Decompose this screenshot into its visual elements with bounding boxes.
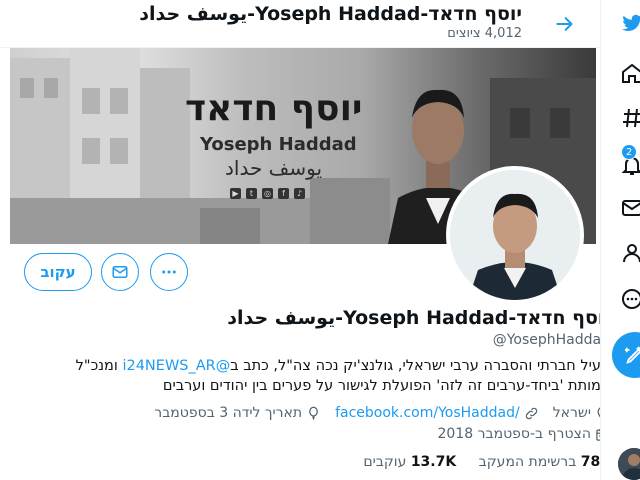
home-icon[interactable] xyxy=(619,60,640,86)
more-circle-icon[interactable] xyxy=(619,286,640,312)
messages-envelope-icon[interactable] xyxy=(619,195,640,221)
twitter-logo-icon[interactable] xyxy=(619,10,640,36)
explore-hashtag-icon[interactable] xyxy=(619,105,640,131)
avatar[interactable] xyxy=(446,166,584,304)
more-button[interactable] xyxy=(150,253,188,291)
followers-stat[interactable]: 13.7K עוקבים xyxy=(363,454,456,470)
header-title: יוסף חדאד-Yoseph Haddad-يوسف حداد xyxy=(139,3,522,25)
bio-line-1: פעיל חברתי והסברה ערבי ישראלי, גולנצ'יק … xyxy=(50,356,610,376)
instagram-icon: ◎ xyxy=(262,188,273,199)
profile-header: יוסף חדאד-Yoseph Haddad-يوسف حداد 4,012 … xyxy=(0,0,600,48)
joined-row: הצטרף ב-ספטמבר 2018 xyxy=(428,426,611,442)
avatar-image xyxy=(450,170,580,300)
website-link[interactable]: /facebook.com/YosHaddad xyxy=(335,405,520,421)
twitter-icon: t xyxy=(246,188,257,199)
banner-name-hebrew: יוסף חדאד xyxy=(185,88,363,129)
balloon-icon xyxy=(309,406,318,420)
website: /facebook.com/YosHaddad xyxy=(335,405,539,421)
envelope-icon xyxy=(112,266,128,278)
banner-social-icons: ▶ t ◎ f ♪ xyxy=(230,188,305,199)
nav-sidebar xyxy=(600,0,640,480)
followers-label: עוקבים xyxy=(363,454,407,470)
followers-count: 13.7K xyxy=(410,454,457,470)
following-label: ברשימת המעקב xyxy=(478,454,577,470)
link-icon xyxy=(525,407,537,419)
profile-person-icon[interactable] xyxy=(619,240,640,266)
compose-feather-icon xyxy=(624,346,640,364)
profile-name: יוסף חדאד-Yoseph Haddad-يوسف حداد xyxy=(227,307,610,329)
back-arrow-icon[interactable] xyxy=(548,8,580,40)
following-stat[interactable]: 789 ברשימת המעקב xyxy=(479,454,610,470)
profile-handle: @YosephHaddad xyxy=(492,332,610,348)
tiktok-icon: ♪ xyxy=(294,188,305,199)
profile-meta-row: ישראל /facebook.com/YosHaddad תאריך לידה… xyxy=(144,405,610,421)
bio-text: פעיל חברתי והסברה ערבי ישראלי, גולנצ'יק … xyxy=(230,358,610,374)
bio-text-end: ומנכ"ל xyxy=(75,358,123,374)
notifications-badge: 2 xyxy=(621,144,637,160)
birthday: תאריך לידה 3 בספטמבר xyxy=(154,405,321,421)
tweet-count: 4,012 ציוצים xyxy=(447,26,522,41)
banner-name-arabic: يوسف حداد xyxy=(225,156,323,180)
message-button[interactable] xyxy=(101,253,139,291)
profile-bio: פעיל חברתי והסברה ערבי ישראלי, גולנצ'יק … xyxy=(50,356,610,396)
location-text: ישראל xyxy=(552,405,591,421)
facebook-icon: f xyxy=(278,188,289,199)
joined-text: הצטרף ב-ספטמבר 2018 xyxy=(437,426,592,442)
joined: הצטרף ב-ספטמבר 2018 xyxy=(438,426,611,442)
bio-line-2: עמותת 'ביחד-ערבים זה לזה' הפועלת לגישור … xyxy=(162,378,610,394)
youtube-icon: ▶ xyxy=(230,188,241,199)
follow-button[interactable]: עקוב xyxy=(24,253,92,291)
birthday-text: תאריך לידה 3 בספטמבר xyxy=(154,405,303,421)
banner-name-english: Yoseph Haddad xyxy=(200,134,357,155)
bio-mention-link[interactable]: @i24NEWS_AR xyxy=(122,358,230,374)
follow-stats: 789 ברשימת המעקב 13.7K עוקבים xyxy=(345,454,610,470)
more-icon xyxy=(162,270,176,274)
